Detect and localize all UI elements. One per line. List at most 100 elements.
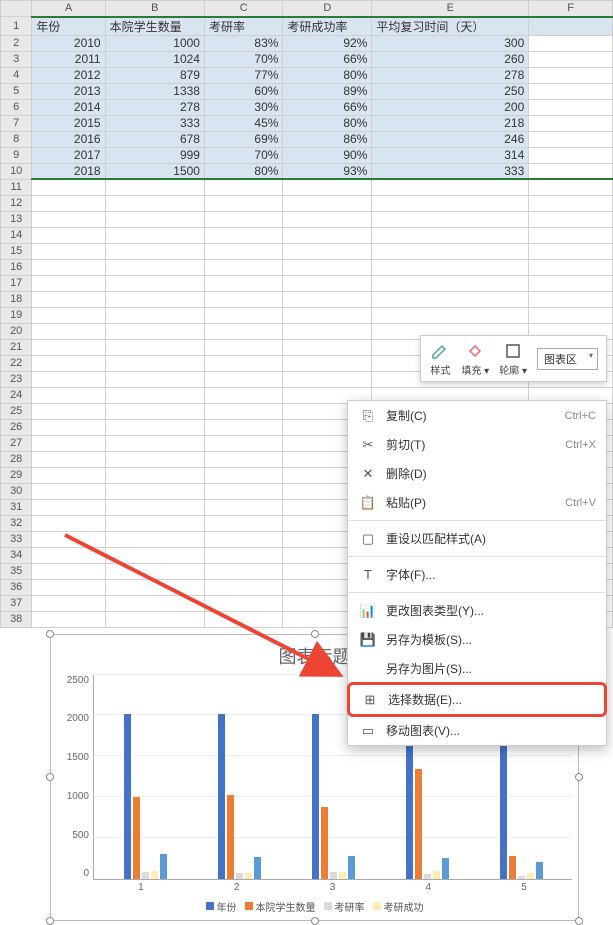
bar[interactable] <box>236 873 243 879</box>
row-header[interactable]: 32 <box>1 515 32 531</box>
menu-font[interactable]: T 字体(F)... <box>348 560 606 589</box>
row-header[interactable]: 14 <box>1 227 32 243</box>
cell[interactable]: 90% <box>283 147 372 163</box>
cell[interactable]: 93% <box>283 163 372 179</box>
outline-button[interactable]: 轮廓 ▾ <box>499 340 527 377</box>
col-header-d[interactable]: D <box>283 1 372 17</box>
resize-handle[interactable] <box>311 630 319 638</box>
cell[interactable]: 2011 <box>32 51 105 67</box>
cell[interactable]: 2015 <box>32 115 105 131</box>
menu-copy[interactable]: ⎘ 复制(C) Ctrl+C <box>348 401 606 430</box>
bar[interactable] <box>227 795 234 879</box>
row-header[interactable]: 34 <box>1 547 32 563</box>
row-header[interactable]: 24 <box>1 387 32 403</box>
bar[interactable] <box>312 714 319 878</box>
cell[interactable]: 70% <box>204 51 282 67</box>
row-header[interactable]: 35 <box>1 563 32 579</box>
cell[interactable]: 83% <box>204 35 282 51</box>
row-header[interactable]: 15 <box>1 243 32 259</box>
cell[interactable]: 260 <box>372 51 529 67</box>
corner-cell[interactable] <box>1 1 32 17</box>
cell[interactable]: 314 <box>372 147 529 163</box>
bar[interactable] <box>424 874 431 879</box>
cell[interactable]: 1500 <box>105 163 204 179</box>
menu-paste[interactable]: 📋 粘贴(P) Ctrl+V <box>348 488 606 517</box>
row-header[interactable]: 5 <box>1 83 32 99</box>
row-header[interactable]: 6 <box>1 99 32 115</box>
cell[interactable] <box>529 115 613 131</box>
cell[interactable] <box>529 67 613 83</box>
cell[interactable] <box>529 99 613 115</box>
row-header[interactable]: 4 <box>1 67 32 83</box>
cell[interactable]: 年份 <box>32 17 105 36</box>
cell[interactable]: 平均复习时间（天） <box>372 17 529 36</box>
cell[interactable]: 2016 <box>32 131 105 147</box>
cell[interactable]: 278 <box>372 67 529 83</box>
cell[interactable]: 879 <box>105 67 204 83</box>
cell[interactable] <box>529 131 613 147</box>
row-header[interactable]: 33 <box>1 531 32 547</box>
cell[interactable]: 本院学生数量 <box>105 17 204 36</box>
cell[interactable]: 250 <box>372 83 529 99</box>
col-header-f[interactable]: F <box>529 1 613 17</box>
cell[interactable]: 2014 <box>32 99 105 115</box>
row-header[interactable]: 8 <box>1 131 32 147</box>
cell[interactable]: 218 <box>372 115 529 131</box>
bar[interactable] <box>254 857 261 878</box>
bar[interactable] <box>151 871 158 879</box>
cell[interactable]: 246 <box>372 131 529 147</box>
cell[interactable] <box>529 17 613 36</box>
style-button[interactable]: 样式 <box>429 340 451 377</box>
bar[interactable] <box>218 714 225 878</box>
cell[interactable]: 45% <box>204 115 282 131</box>
cell[interactable]: 89% <box>283 83 372 99</box>
bar[interactable] <box>518 876 525 878</box>
cell[interactable]: 278 <box>105 99 204 115</box>
row-header[interactable]: 12 <box>1 195 32 211</box>
cell[interactable]: 60% <box>204 83 282 99</box>
chart-element-selector[interactable]: 图表区 <box>537 348 598 370</box>
legend-item[interactable]: 年份 <box>206 899 237 914</box>
menu-save-image[interactable]: 另存为图片(S)... <box>348 654 606 683</box>
fill-button[interactable]: 填充 ▾ <box>461 340 489 377</box>
bar[interactable] <box>536 862 543 878</box>
row-header[interactable]: 7 <box>1 115 32 131</box>
cell[interactable]: 1000 <box>105 35 204 51</box>
resize-handle[interactable] <box>311 917 319 925</box>
cell[interactable]: 2012 <box>32 67 105 83</box>
bar[interactable] <box>330 872 337 878</box>
cell[interactable]: 77% <box>204 67 282 83</box>
resize-handle[interactable] <box>46 773 54 781</box>
bar[interactable] <box>509 856 516 879</box>
row-header[interactable]: 22 <box>1 355 32 371</box>
row-header[interactable]: 16 <box>1 259 32 275</box>
legend-item[interactable]: 本院学生数量 <box>245 899 316 914</box>
menu-change-chart-type[interactable]: 📊 更改图表类型(Y)... <box>348 596 606 625</box>
row-header[interactable]: 26 <box>1 419 32 435</box>
resize-handle[interactable] <box>575 773 583 781</box>
cell[interactable]: 80% <box>283 115 372 131</box>
resize-handle[interactable] <box>46 917 54 925</box>
cell[interactable]: 80% <box>283 67 372 83</box>
bar[interactable] <box>245 873 252 878</box>
resize-handle[interactable] <box>575 917 583 925</box>
row-header[interactable]: 23 <box>1 371 32 387</box>
row-header[interactable]: 19 <box>1 307 32 323</box>
row-header[interactable]: 31 <box>1 499 32 515</box>
col-header-c[interactable]: C <box>204 1 282 17</box>
cell[interactable]: 69% <box>204 131 282 147</box>
bar[interactable] <box>527 873 534 878</box>
cell[interactable]: 200 <box>372 99 529 115</box>
cell[interactable]: 333 <box>372 163 529 179</box>
resize-handle[interactable] <box>46 630 54 638</box>
row-header[interactable]: 1 <box>1 17 32 36</box>
row-header[interactable]: 20 <box>1 323 32 339</box>
col-header-a[interactable]: A <box>32 1 105 17</box>
row-header[interactable]: 18 <box>1 291 32 307</box>
bar[interactable] <box>321 807 328 879</box>
row-header[interactable]: 36 <box>1 579 32 595</box>
cell[interactable] <box>529 51 613 67</box>
row-header[interactable]: 38 <box>1 611 32 627</box>
chart-legend[interactable]: 年份本院学生数量考研率考研成功 <box>57 899 572 914</box>
cell[interactable]: 2018 <box>32 163 105 179</box>
